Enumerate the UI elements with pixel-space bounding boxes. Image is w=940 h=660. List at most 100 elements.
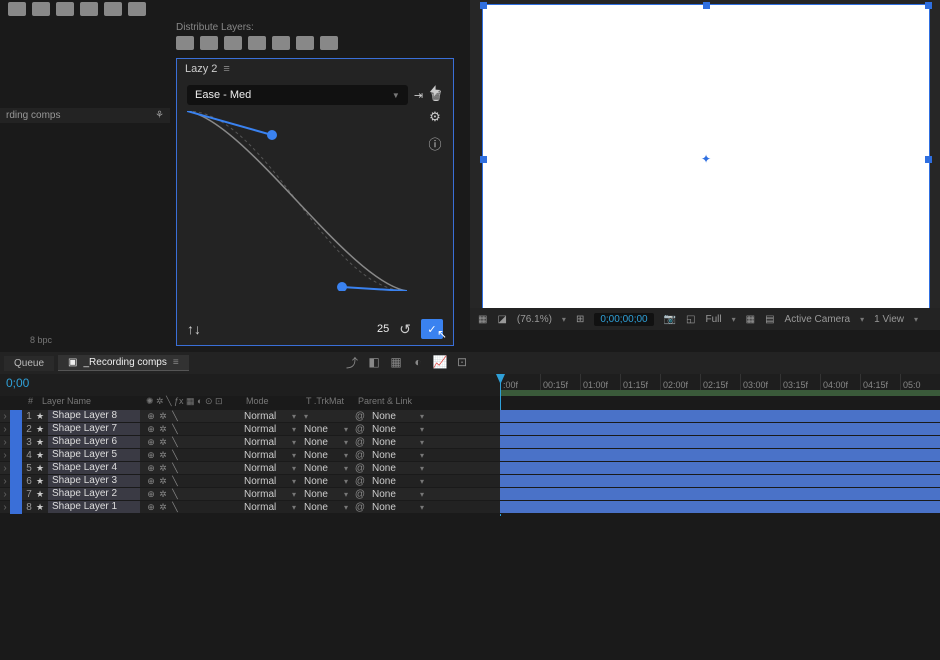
camera-dropdown[interactable]: Active Camera bbox=[785, 314, 851, 325]
grid-icon[interactable]: ▦ bbox=[746, 314, 755, 325]
distribute-icon[interactable] bbox=[176, 36, 194, 50]
layer-row[interactable]: ›6★Shape Layer 3⊕✲╲Normal▾None▾@None▾ bbox=[0, 475, 500, 488]
layer-name[interactable]: Shape Layer 1 bbox=[48, 501, 140, 513]
blend-mode[interactable]: Normal▾ bbox=[240, 502, 300, 513]
track-matte[interactable]: None▾ bbox=[300, 450, 352, 461]
track-matte[interactable]: ▾ bbox=[300, 412, 352, 421]
resolution-dropdown[interactable]: Full bbox=[706, 314, 722, 325]
layer-bar[interactable] bbox=[500, 488, 940, 501]
layer-switches[interactable]: ⊕✲╲ bbox=[140, 489, 240, 500]
layer-switches[interactable]: ⊕✲╲ bbox=[140, 476, 240, 487]
bpc-label[interactable]: 8 bpc bbox=[30, 335, 52, 345]
layer-name[interactable]: Shape Layer 2 bbox=[48, 488, 140, 500]
expand-icon[interactable]: › bbox=[0, 476, 10, 487]
preset-dropdown[interactable]: Ease - Med ▼ bbox=[187, 85, 408, 105]
layer-row[interactable]: ›5★Shape Layer 4⊕✲╲Normal▾None▾@None▾ bbox=[0, 462, 500, 475]
track-matte[interactable]: None▾ bbox=[300, 502, 352, 513]
layer-switches[interactable]: ⊕✲╲ bbox=[140, 450, 240, 461]
pickwhip-icon[interactable]: @ bbox=[352, 411, 368, 422]
reset-icon[interactable]: ↺ bbox=[399, 321, 411, 338]
layer-bar[interactable] bbox=[500, 449, 940, 462]
parent-dropdown[interactable]: None▾ bbox=[368, 450, 428, 461]
parent-dropdown[interactable]: None▾ bbox=[368, 411, 428, 422]
layer-bar[interactable] bbox=[500, 410, 940, 423]
pickwhip-icon[interactable]: @ bbox=[352, 424, 368, 435]
layer-row[interactable]: ›3★Shape Layer 6⊕✲╲Normal▾None▾@None▾ bbox=[0, 436, 500, 449]
shy-icon[interactable]: ⤴ bbox=[344, 354, 360, 370]
blend-mode[interactable]: Normal▾ bbox=[240, 411, 300, 422]
track-matte[interactable]: None▾ bbox=[300, 476, 352, 487]
distribute-icon[interactable] bbox=[320, 36, 338, 50]
info-icon[interactable]: ⓘ bbox=[427, 135, 443, 151]
frame-blend-icon[interactable]: ▦ bbox=[388, 354, 404, 370]
parent-dropdown[interactable]: None▾ bbox=[368, 502, 428, 513]
align-icon[interactable] bbox=[32, 2, 50, 16]
pickwhip-icon[interactable]: @ bbox=[352, 489, 368, 500]
layer-row[interactable]: ›8★Shape Layer 1⊕✲╲Normal▾None▾@None▾ bbox=[0, 501, 500, 514]
expand-icon[interactable]: › bbox=[0, 502, 10, 513]
current-time[interactable]: 0;00 bbox=[0, 374, 35, 396]
gear-icon[interactable]: ⚙ bbox=[427, 109, 443, 125]
swap-icon[interactable]: ↑↓ bbox=[187, 321, 201, 337]
label-color[interactable] bbox=[10, 449, 22, 462]
pickwhip-icon[interactable]: @ bbox=[352, 502, 368, 513]
align-icon[interactable] bbox=[128, 2, 146, 16]
expand-icon[interactable]: › bbox=[0, 450, 10, 461]
res-icon[interactable]: ⊞ bbox=[576, 314, 584, 325]
blend-mode[interactable]: Normal▾ bbox=[240, 450, 300, 461]
snap-icon[interactable]: ⊡ bbox=[454, 354, 470, 370]
draft3d-icon[interactable]: ◧ bbox=[366, 354, 382, 370]
lazy-panel-title[interactable]: Lazy 2 ≡ bbox=[177, 59, 453, 79]
zoom-value[interactable]: (76.1%) bbox=[517, 314, 552, 325]
layer-row[interactable]: ›4★Shape Layer 5⊕✲╲Normal▾None▾@None▾ bbox=[0, 449, 500, 462]
blend-mode[interactable]: Normal▾ bbox=[240, 437, 300, 448]
guide-icon[interactable]: ▤ bbox=[765, 314, 774, 325]
parent-dropdown[interactable]: None▾ bbox=[368, 437, 428, 448]
track-matte[interactable]: None▾ bbox=[300, 489, 352, 500]
parent-dropdown[interactable]: None▾ bbox=[368, 489, 428, 500]
layer-bar[interactable] bbox=[500, 436, 940, 449]
align-icon[interactable] bbox=[8, 2, 26, 16]
label-color[interactable] bbox=[10, 475, 22, 488]
views-dropdown[interactable]: 1 View bbox=[874, 314, 904, 325]
distribute-icon[interactable] bbox=[248, 36, 266, 50]
work-area[interactable] bbox=[500, 390, 940, 396]
distribute-icon[interactable] bbox=[224, 36, 242, 50]
mask-icon[interactable]: ▦ bbox=[478, 314, 487, 325]
track-matte[interactable]: None▾ bbox=[300, 463, 352, 474]
layer-name[interactable]: Shape Layer 6 bbox=[48, 436, 140, 448]
parent-dropdown[interactable]: None▾ bbox=[368, 424, 428, 435]
layer-switches[interactable]: ⊕✲╲ bbox=[140, 437, 240, 448]
layer-bar[interactable] bbox=[500, 501, 940, 514]
value-field[interactable]: 25 bbox=[377, 323, 389, 335]
flowchart-icon[interactable]: ⚘ bbox=[155, 110, 164, 121]
viewer-timecode[interactable]: 0;00;00;00 bbox=[594, 313, 653, 326]
expand-icon[interactable]: › bbox=[0, 437, 10, 448]
graph-icon[interactable]: 📈 bbox=[432, 354, 448, 370]
blend-mode[interactable]: Normal▾ bbox=[240, 489, 300, 500]
layer-bar[interactable] bbox=[500, 423, 940, 436]
menu-icon[interactable]: ≡ bbox=[173, 357, 179, 368]
align-icon[interactable] bbox=[80, 2, 98, 16]
pickwhip-icon[interactable]: @ bbox=[352, 437, 368, 448]
expand-icon[interactable]: › bbox=[0, 411, 10, 422]
parent-dropdown[interactable]: None▾ bbox=[368, 476, 428, 487]
distribute-icon[interactable] bbox=[200, 36, 218, 50]
roi-icon[interactable]: ◱ bbox=[686, 314, 695, 325]
layer-switches[interactable]: ⊕✲╲ bbox=[140, 502, 240, 513]
pickwhip-icon[interactable]: @ bbox=[352, 450, 368, 461]
align-icon[interactable] bbox=[104, 2, 122, 16]
layer-name[interactable]: Shape Layer 5 bbox=[48, 449, 140, 461]
layer-name[interactable]: Shape Layer 7 bbox=[48, 423, 140, 435]
3d-icon[interactable]: ◪ bbox=[497, 314, 506, 325]
snapshot-icon[interactable]: 📷 bbox=[664, 314, 676, 325]
layer-switches[interactable]: ⊕✲╲ bbox=[140, 463, 240, 474]
expand-icon[interactable]: › bbox=[0, 489, 10, 500]
label-color[interactable] bbox=[10, 410, 22, 423]
project-item[interactable]: rding comps ⚘ bbox=[0, 108, 170, 123]
label-color[interactable] bbox=[10, 423, 22, 436]
label-color[interactable] bbox=[10, 436, 22, 449]
layer-row[interactable]: ›7★Shape Layer 2⊕✲╲Normal▾None▾@None▾ bbox=[0, 488, 500, 501]
canvas[interactable]: ✦ bbox=[482, 4, 930, 314]
layer-switches[interactable]: ⊕✲╲ bbox=[140, 411, 240, 422]
